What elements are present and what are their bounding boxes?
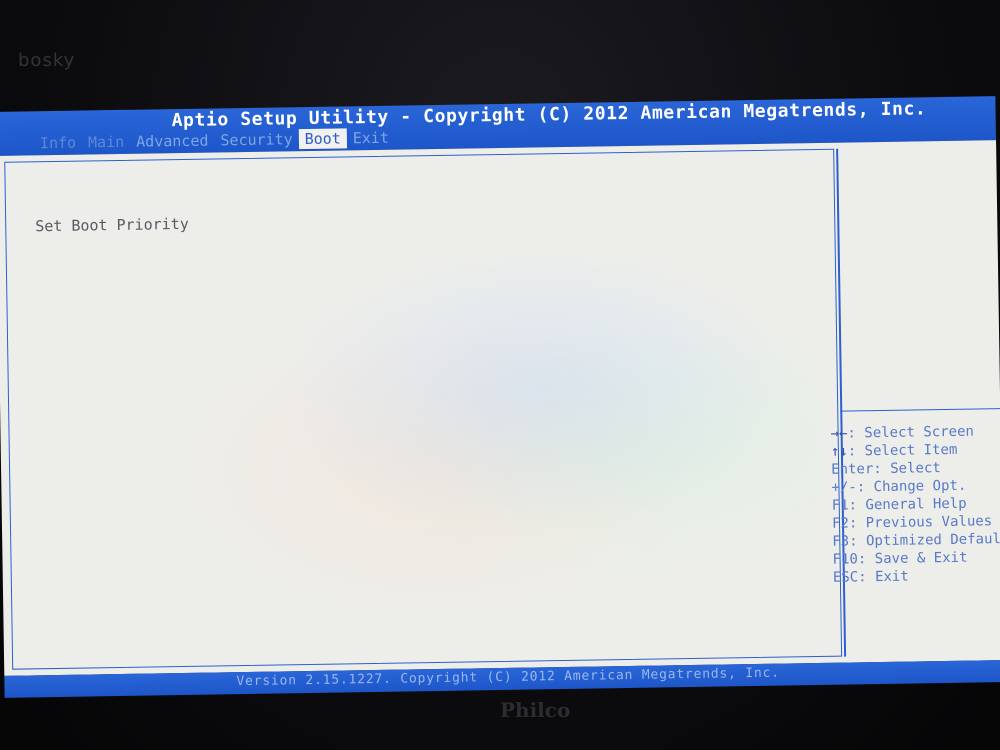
- arrows-vertical-icon: ↑↓: [830, 443, 848, 460]
- bezel-brand-logo: Philco: [500, 698, 571, 722]
- tab-bar: Info Main Advanced Security Boot Exit: [34, 128, 395, 154]
- menu-item-set-boot-priority[interactable]: Set Boot Priority: [35, 215, 189, 235]
- tab-advanced[interactable]: Advanced: [130, 130, 215, 151]
- bios-title: Aptio Setup Utility - Copyright (C) 2012…: [171, 98, 927, 132]
- tab-security[interactable]: Security: [214, 129, 299, 150]
- bezel-brand-top: bosky: [18, 50, 76, 71]
- tab-exit[interactable]: Exit: [347, 128, 395, 149]
- tab-info[interactable]: Info: [34, 133, 82, 154]
- key-help-text: : Select Screen: [847, 423, 975, 442]
- tab-main[interactable]: Main: [82, 132, 130, 153]
- key-help-list: →←: Select Screen ↑↓: Select Item Enter:…: [830, 422, 1000, 587]
- key-help-text: : Select Item: [847, 441, 958, 460]
- key-help-esc: ESC: Exit: [832, 568, 909, 586]
- arrows-horizontal-icon: →←: [830, 425, 848, 442]
- bios-screen: Aptio Setup Utility - Copyright (C) 2012…: [0, 96, 1000, 698]
- content-area: Set Boot Priority →←: Select Screen ↑↓: …: [0, 140, 1000, 676]
- tab-boot[interactable]: Boot: [298, 128, 347, 150]
- photo-frame: bosky Aptio Setup Utility - Copyright (C…: [0, 0, 1000, 750]
- key-help-f3: F3: Optimized Defaults: [832, 530, 1000, 550]
